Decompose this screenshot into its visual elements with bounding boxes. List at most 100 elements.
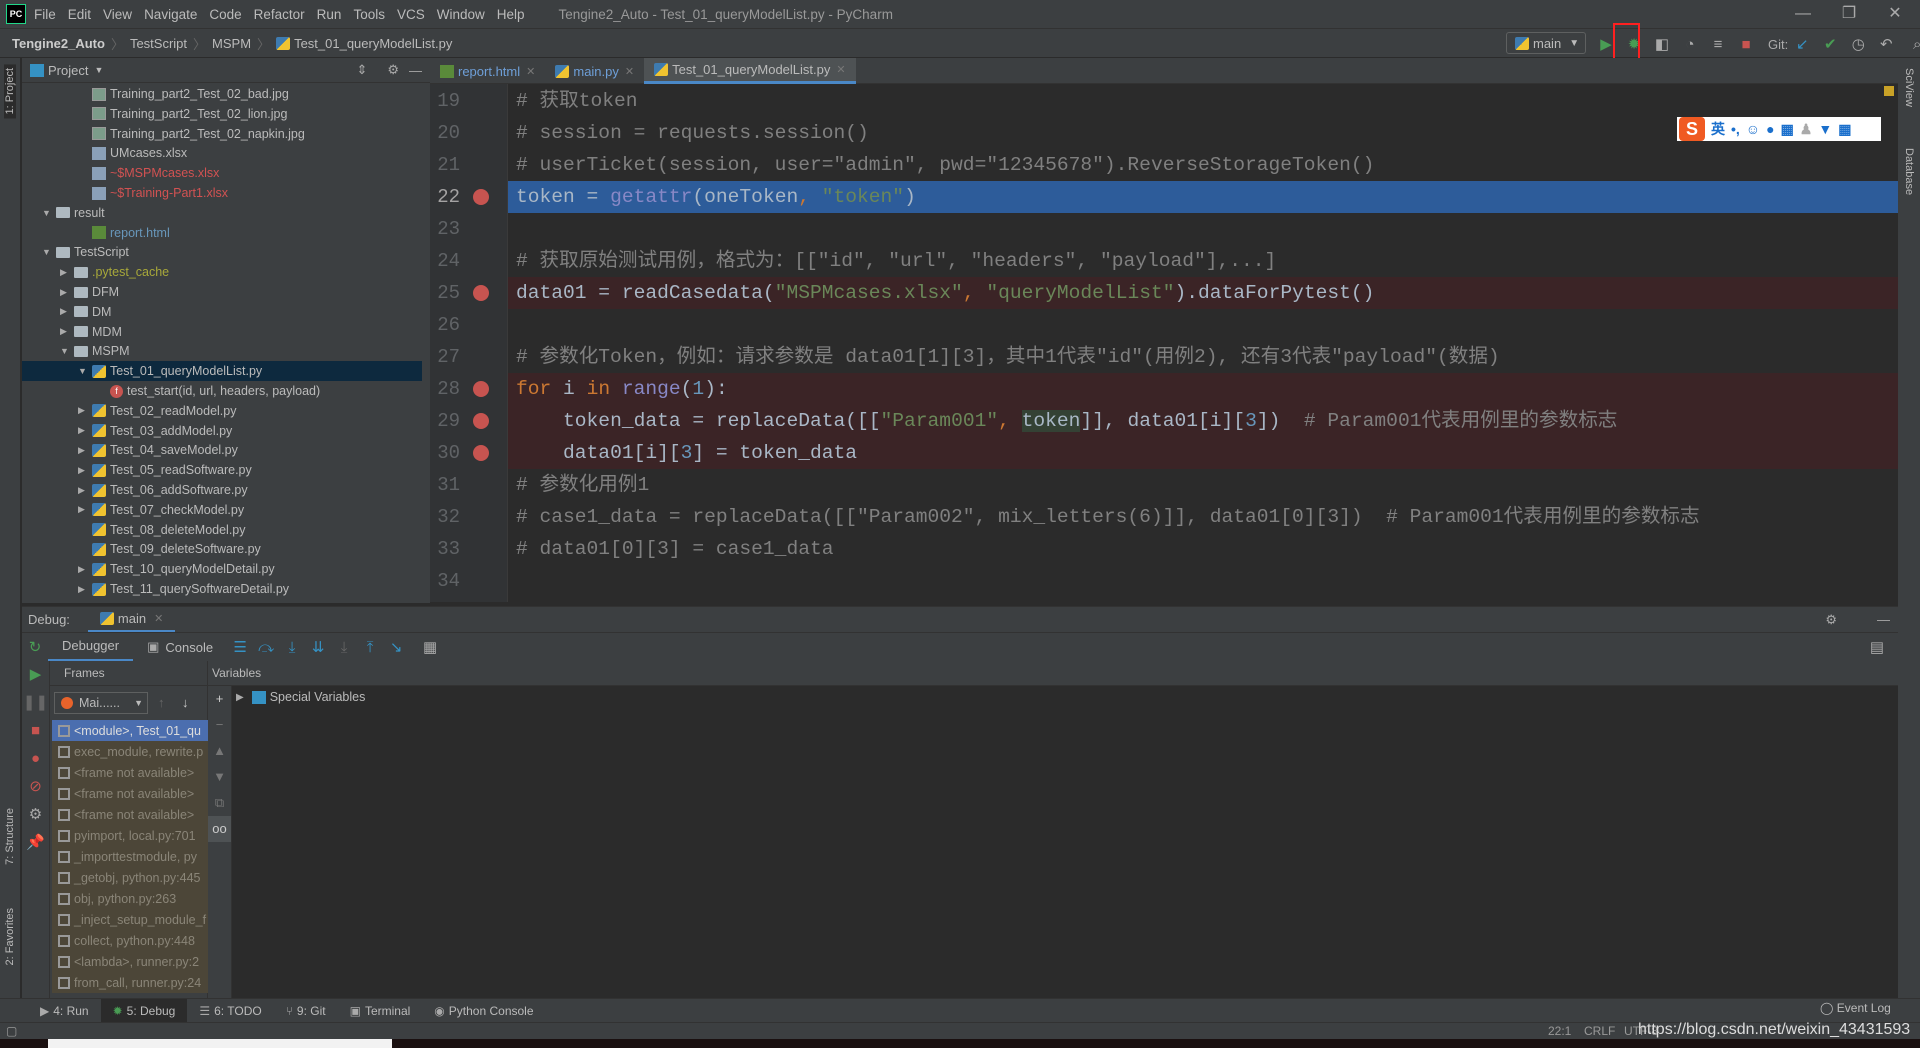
gear-icon[interactable]: ⚙	[1825, 612, 1837, 628]
tree-item[interactable]: ▶ Test_05_readSoftware.py	[22, 460, 422, 480]
copy-icon[interactable]: ⧉	[208, 790, 231, 816]
minimize-button[interactable]: —	[1780, 0, 1826, 28]
stack-frame[interactable]: obj, python.py:263	[52, 888, 208, 909]
structure-tool-tab[interactable]: 7: Structure	[4, 808, 16, 865]
menu-window[interactable]: Window	[437, 7, 485, 22]
tree-item[interactable]: UMcases.xlsx	[22, 143, 422, 163]
profile-icon[interactable]: ◔	[1679, 33, 1701, 55]
tree-item[interactable]: Training_part2_Test_02_napkin.jpg	[22, 124, 422, 144]
stack-frame[interactable]: pyimport, local.py:701	[52, 825, 208, 846]
tree-item[interactable]: ▶ MDM	[22, 322, 422, 342]
concurrency-icon[interactable]: ≡	[1707, 33, 1729, 55]
force-step-into-icon[interactable]: ⤓	[331, 639, 357, 656]
menu-tools[interactable]: Tools	[353, 7, 385, 22]
tree-item[interactable]: ▶ Test_02_readModel.py	[22, 401, 422, 421]
code-line[interactable]: # data01[0][3] = case1_data	[508, 533, 1898, 565]
search-icon[interactable]: ⌕	[1906, 33, 1920, 55]
grid-icon[interactable]: ▦	[1838, 121, 1851, 138]
tree-item[interactable]: Test_09_deleteSoftware.py	[22, 539, 422, 559]
editor-tab[interactable]: main.py ✕	[545, 58, 644, 84]
code-line[interactable]	[508, 309, 1898, 341]
caret-position[interactable]: 22:1	[1548, 1024, 1571, 1038]
menu-vcs[interactable]: VCS	[397, 7, 425, 22]
close-icon[interactable]: ✕	[154, 612, 163, 625]
breakpoint-icon[interactable]	[473, 381, 489, 397]
microphone-icon[interactable]: ●	[1766, 121, 1774, 137]
collapsed-arrow-icon[interactable]: ▶	[78, 405, 92, 416]
menu-file[interactable]: File	[34, 7, 56, 22]
run-to-cursor-icon[interactable]: ↘	[383, 638, 409, 656]
special-variables-row[interactable]: ▶ Special Variables	[232, 686, 1898, 704]
tree-item[interactable]: f test_start(id, url, headers, payload)	[22, 381, 422, 401]
event-log-button[interactable]: ◯ Event Log	[1820, 1001, 1891, 1015]
code-line[interactable]	[508, 213, 1898, 245]
tree-item[interactable]: ▶ Test_03_addModel.py	[22, 421, 422, 441]
close-button[interactable]: ✕	[1872, 0, 1918, 28]
breadcrumb-file[interactable]: Test_01_queryModelList.py	[294, 36, 452, 51]
step-over-icon[interactable]: ⤼	[253, 639, 279, 656]
pin-icon[interactable]: 📌	[22, 829, 49, 857]
stack-frame[interactable]: exec_module, rewrite.p	[52, 741, 208, 762]
close-tab-icon[interactable]: ✕	[836, 63, 845, 76]
menu-view[interactable]: View	[103, 7, 132, 22]
hide-icon[interactable]: —	[409, 63, 422, 78]
tree-item[interactable]: Test_08_deleteModel.py	[22, 520, 422, 540]
collapsed-arrow-icon[interactable]: ▶	[78, 485, 92, 496]
maximize-button[interactable]: ❐	[1826, 0, 1872, 28]
code-line[interactable]: # 参数化Token，例如：请求参数是 data01[1][3]，其中1代表"i…	[508, 341, 1898, 373]
code-line[interactable]: token_data = replaceData([["Param001", t…	[508, 405, 1898, 437]
run-config-select[interactable]: main ▼	[1506, 32, 1586, 54]
code-line[interactable]: data01[i][3] = token_data	[508, 437, 1898, 469]
step-into-my-code-icon[interactable]: ⇊	[305, 638, 331, 656]
tree-item[interactable]: Training_part2_Test_02_bad.jpg	[22, 84, 422, 104]
git-update-icon[interactable]: ↙	[1791, 33, 1813, 55]
code-line[interactable]: # userTicket(session, user="admin", pwd=…	[508, 149, 1898, 181]
expanded-arrow-icon[interactable]: ▼	[60, 346, 74, 356]
code-line[interactable]: # 获取token	[508, 85, 1898, 117]
hide-icon[interactable]: —	[1877, 612, 1890, 627]
expanded-arrow-icon[interactable]: ▼	[42, 208, 56, 218]
collapsed-arrow-icon[interactable]: ▶	[78, 584, 92, 595]
menu-help[interactable]: Help	[497, 7, 525, 22]
tool-tab-python-console[interactable]: ◉ Python Console	[422, 999, 545, 1023]
breakpoint-icon[interactable]	[473, 445, 489, 461]
collapse-icon[interactable]: ⇕	[356, 62, 367, 78]
tool-tab--debug[interactable]: ✹ 5: Debug	[100, 998, 188, 1023]
tree-item[interactable]: ▶ Test_07_checkModel.py	[22, 500, 422, 520]
collapsed-arrow-icon[interactable]: ▶	[78, 564, 92, 575]
sciview-tool-tab[interactable]: SciView	[1903, 68, 1915, 107]
breakpoint-icon[interactable]	[473, 189, 489, 205]
evaluate-expression-icon[interactable]: ▦	[417, 638, 443, 656]
tool-tab--todo[interactable]: ☰ 6: TODO	[187, 999, 273, 1023]
menu-refactor[interactable]: Refactor	[254, 7, 305, 22]
database-tool-tab[interactable]: Database	[1903, 148, 1915, 195]
tree-item[interactable]: ▼ TestScript	[22, 242, 422, 262]
stack-frame[interactable]: <frame not available>	[52, 762, 208, 783]
close-tab-icon[interactable]: ✕	[526, 65, 535, 78]
stack-frame[interactable]: <frame not available>	[52, 783, 208, 804]
menu-navigate[interactable]: Navigate	[144, 7, 197, 22]
collapsed-arrow-icon[interactable]: ▶	[60, 287, 74, 298]
move-down-icon[interactable]: ▼	[208, 764, 231, 790]
stack-frame[interactable]: <lambda>, runner.py:2	[52, 951, 208, 972]
breadcrumb-project[interactable]: Tengine2_Auto	[12, 36, 105, 51]
layout-toggle-icon[interactable]: ▢	[6, 1024, 17, 1038]
watches-toggle-icon[interactable]: oo	[208, 816, 231, 842]
git-commit-icon[interactable]: ✔	[1819, 33, 1841, 55]
breadcrumb-testscript[interactable]: TestScript	[130, 36, 187, 51]
tree-item[interactable]: report.html	[22, 223, 422, 243]
gear-icon[interactable]: ⚙	[22, 801, 49, 829]
breakpoint-icon[interactable]	[473, 413, 489, 429]
project-title[interactable]: Project	[48, 63, 88, 78]
step-into-icon[interactable]: ⤓	[279, 639, 305, 656]
git-rollback-icon[interactable]: ↶	[1875, 33, 1897, 55]
rerun-icon[interactable]: ↻	[22, 638, 48, 656]
code-line[interactable]: data01 = readCasedata("MSPMcases.xlsx", …	[508, 277, 1898, 309]
previous-frame-icon[interactable]: ↑	[158, 695, 165, 710]
tool-tab--git[interactable]: ⑂ 9: Git	[274, 999, 338, 1023]
collapsed-arrow-icon[interactable]: ▶	[78, 425, 92, 436]
restore-layout-icon[interactable]: ▤	[1864, 638, 1890, 656]
expand-arrow-icon[interactable]: ▶	[236, 692, 244, 703]
tree-item[interactable]: ▶ DM	[22, 302, 422, 322]
move-up-icon[interactable]: ▲	[208, 738, 231, 764]
